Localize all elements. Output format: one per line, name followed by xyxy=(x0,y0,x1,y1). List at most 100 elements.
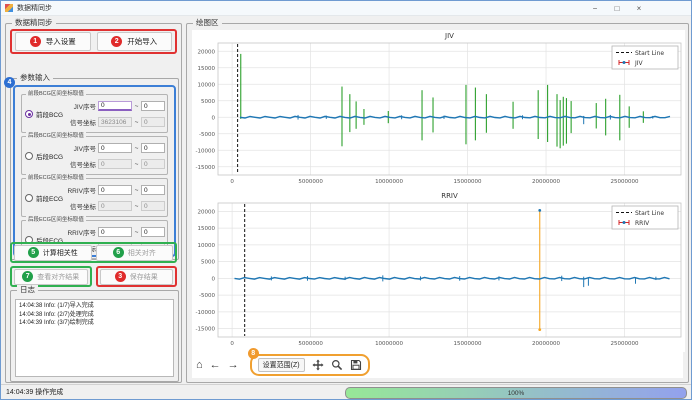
svg-text:5000000: 5000000 xyxy=(298,341,323,347)
pan-icon[interactable] xyxy=(312,359,324,371)
rriv-seq-from-input[interactable] xyxy=(98,227,132,237)
step-badge-7: 7 xyxy=(22,271,33,282)
close-button[interactable]: × xyxy=(633,4,645,13)
rear-bcg-radio[interactable]: 后段BCG xyxy=(25,151,63,161)
svg-text:15000: 15000 xyxy=(198,226,216,232)
signal-coord-from-input xyxy=(98,117,132,127)
svg-text:Start Line: Start Line xyxy=(635,50,664,57)
status-bar: 14:04:39 操作完成 100% xyxy=(1,384,691,399)
radio-icon[interactable] xyxy=(25,152,33,160)
maximize-button[interactable]: □ xyxy=(611,4,623,13)
svg-text:5000000: 5000000 xyxy=(298,179,323,185)
window-title: 数据精同步 xyxy=(17,3,589,13)
section-rear-bcg: 后段BCG区间坐标取值 后段BCG JIV序号 ~ 信号坐标 ~ xyxy=(21,136,168,175)
plot-panel: 绘图区 -15000-10000-50000500010000150002000… xyxy=(186,23,689,383)
compute-correlation-button[interactable]: 5 计算相关性 xyxy=(14,245,92,261)
status-text: 14:04:39 操作完成 xyxy=(6,387,63,397)
signal-coord-from-input xyxy=(98,201,132,211)
log-line: 14:04:38 Info: (2/7)处理完成 xyxy=(19,311,170,320)
svg-text:-15000: -15000 xyxy=(196,327,216,333)
radio-icon[interactable] xyxy=(25,110,33,118)
svg-text:RRIV: RRIV xyxy=(635,220,650,227)
radio-icon[interactable] xyxy=(25,194,33,202)
view-align-result-button[interactable]: 7 查看对齐结果 xyxy=(14,269,88,285)
params-groupbox: 参数输入 4 前段BCG区间坐标取值 前段BCG JIV序号 ~ xyxy=(10,78,179,260)
signal-coord-to-input xyxy=(141,117,165,127)
signal-coord-from-input xyxy=(98,159,132,169)
svg-text:15000: 15000 xyxy=(198,66,216,72)
progress-label: 100% xyxy=(508,390,525,397)
rriv-chart[interactable]: -15000-10000-500005000100001500020000050… xyxy=(192,190,685,352)
save-icon[interactable] xyxy=(350,359,362,371)
save-result-button[interactable]: 3 保存结果 xyxy=(100,269,174,285)
svg-text:20000: 20000 xyxy=(198,49,216,55)
jiv-seq-to-input[interactable] xyxy=(141,101,165,111)
svg-text:5000: 5000 xyxy=(201,260,215,266)
svg-text:JIV: JIV xyxy=(634,60,644,67)
svg-text:-10000: -10000 xyxy=(196,148,216,154)
log-groupbox: 日志 14:04:38 Info: (1/7)导入完成 14:04:38 Inf… xyxy=(10,290,179,382)
jiv-seq-from-input[interactable] xyxy=(98,101,132,111)
back-icon[interactable]: ← xyxy=(210,360,221,371)
svg-text:10000000: 10000000 xyxy=(375,179,403,185)
range-tool-group: 8 设置范围(Z) xyxy=(250,354,370,376)
correlation-align-button[interactable]: 6 相关对齐 xyxy=(96,245,174,261)
app-window: 数据精同步 − □ × 数据精同步 1 导入设置 2 开始导入 参数输入 4 xyxy=(0,0,692,400)
svg-text:15000000: 15000000 xyxy=(454,179,482,185)
zoom-icon[interactable] xyxy=(331,359,343,371)
jiv-chart[interactable]: -15000 -10000 -5000 0 5000 10000 15000 20000 0 50… xyxy=(192,30,685,190)
svg-text:0: 0 xyxy=(212,276,216,282)
svg-text:-15000: -15000 xyxy=(196,165,216,171)
figure-toolbar: ⌂ ← → 8 设置范围(Z) xyxy=(196,354,370,376)
svg-text:20000000: 20000000 xyxy=(532,179,560,185)
import-buttons-box: 1 导入设置 2 开始导入 xyxy=(10,29,177,54)
log-output[interactable]: 14:04:38 Info: (1/7)导入完成 14:04:38 Info: … xyxy=(15,299,174,377)
svg-text:0: 0 xyxy=(230,179,234,185)
forward-icon[interactable]: → xyxy=(228,360,239,371)
front-ecg-radio[interactable]: 前段ECG xyxy=(25,193,63,203)
set-range-button[interactable]: 设置范围(Z) xyxy=(258,358,305,372)
compute-align-box: 5 计算相关性 6 相关对齐 xyxy=(10,242,177,263)
step-badge-5: 5 xyxy=(28,247,39,258)
minimize-button[interactable]: − xyxy=(589,4,601,13)
step-badge-4: 4 xyxy=(4,77,15,88)
progress-bar: 100% xyxy=(345,387,687,399)
rriv-seq-from-input[interactable] xyxy=(98,185,132,195)
import-settings-button[interactable]: 1 导入设置 xyxy=(15,32,91,51)
title-bar: 数据精同步 − □ × xyxy=(1,1,691,16)
rriv-seq-to-input[interactable] xyxy=(141,185,165,195)
front-bcg-radio[interactable]: 前段BCG xyxy=(25,109,63,119)
svg-text:20000000: 20000000 xyxy=(532,341,560,347)
signal-coord-to-input xyxy=(141,201,165,211)
svg-text:JIV: JIV xyxy=(444,32,454,40)
log-title: 日志 xyxy=(17,285,38,295)
rriv-seq-to-input[interactable] xyxy=(141,227,165,237)
sync-panel-title: 数据精同步 xyxy=(12,18,56,28)
start-import-button[interactable]: 2 开始导入 xyxy=(97,32,173,51)
svg-text:0: 0 xyxy=(212,115,216,121)
section-front-ecg: 前段ECG区间坐标取值 前段ECG RRIV序号 ~ 信号坐标 ~ xyxy=(21,178,168,217)
svg-text:25000000: 25000000 xyxy=(610,341,638,347)
svg-text:5000: 5000 xyxy=(201,99,215,105)
signal-coord-to-input xyxy=(141,159,165,169)
step-badge-2: 2 xyxy=(111,36,122,47)
view-result-box: 7 查看对齐结果 xyxy=(10,266,92,287)
sync-panel: 数据精同步 1 导入设置 2 开始导入 参数输入 4 前段BCG区间坐标取值 xyxy=(5,23,182,383)
log-line: 14:04:39 Info: (3/7)绘制完成 xyxy=(19,319,170,328)
svg-text:-5000: -5000 xyxy=(199,293,215,299)
svg-text:RRIV: RRIV xyxy=(441,192,458,200)
section-front-bcg: 前段BCG区间坐标取值 前段BCG JIV序号 ~ 信号坐标 ~ xyxy=(21,94,168,133)
jiv-seq-from-input[interactable] xyxy=(98,143,132,153)
save-result-box: 3 保存结果 xyxy=(96,266,178,287)
log-line: 14:04:38 Info: (1/7)导入完成 xyxy=(19,302,170,311)
jiv-seq-to-input[interactable] xyxy=(141,143,165,153)
home-icon[interactable]: ⌂ xyxy=(196,360,203,371)
svg-text:20000: 20000 xyxy=(198,209,216,215)
plot-panel-title: 绘图区 xyxy=(193,18,222,28)
params-title: 参数输入 xyxy=(17,73,53,83)
svg-text:10000: 10000 xyxy=(198,243,216,249)
svg-text:Start Line: Start Line xyxy=(635,210,664,217)
svg-text:-5000: -5000 xyxy=(199,132,215,138)
matplotlib-figure: -15000 -10000 -5000 0 5000 10000 15000 20000 0 50… xyxy=(192,30,683,378)
svg-text:10000: 10000 xyxy=(198,82,216,88)
